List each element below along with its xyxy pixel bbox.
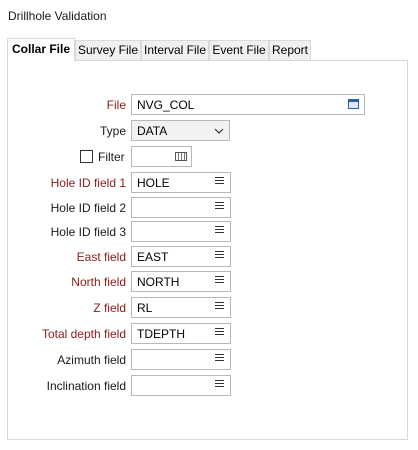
inclination-field-input[interactable] [131,375,231,396]
list-icon[interactable] [215,276,224,287]
field-label: Z field [93,301,126,315]
total-depth-field-row: Total depth field TDEPTH [8,323,409,345]
type-row: Type DATA [8,120,409,142]
hole-id-field-3-input[interactable] [131,221,231,242]
field-label: Azimuth field [57,353,126,367]
azimuth-field-row: Azimuth field [8,349,409,371]
keyboard-icon[interactable] [175,152,187,161]
field-value: NORTH [137,275,180,289]
field-label: Inclination field [46,379,126,393]
file-input[interactable]: NVG_COL [131,94,365,115]
field-label: North field [71,275,126,289]
north-field-row: North field NORTH [8,271,409,293]
filter-label: Filter [98,150,125,164]
type-label: Type [99,124,126,138]
field-value: EAST [137,250,169,264]
hole-id-field-1-row: Hole ID field 1 HOLE [8,172,409,194]
hole-id-field-3-row: Hole ID field 3 [8,221,409,243]
field-value: RL [137,301,153,315]
list-icon[interactable] [215,354,224,365]
file-label: File [106,98,126,112]
total-depth-field-input[interactable]: TDEPTH [131,323,231,344]
tab-interval-file[interactable]: Interval File [141,40,209,60]
file-value: NVG_COL [137,98,195,112]
field-label: Hole ID field 1 [50,176,126,190]
list-icon[interactable] [215,177,224,188]
east-field-row: East field EAST [8,246,409,268]
chevron-down-icon [214,128,224,134]
file-browse-icon[interactable] [348,99,359,109]
list-icon[interactable] [215,251,224,262]
hole-id-field-2-input[interactable] [131,197,231,218]
field-label: Hole ID field 2 [50,201,126,215]
inclination-field-row: Inclination field [8,375,409,397]
filter-checkbox[interactable] [80,150,93,163]
list-icon[interactable] [215,302,224,313]
tab-report[interactable]: Report [269,40,311,60]
field-label: Total depth field [41,327,126,341]
north-field-input[interactable]: NORTH [131,271,231,292]
tab-event-file[interactable]: Event File [209,40,269,60]
filter-row: Filter [8,146,409,168]
field-label: East field [76,250,126,264]
type-value: DATA [137,124,168,138]
z-field-row: Z field RL [8,297,409,319]
tab-survey-file[interactable]: Survey File [75,40,141,60]
list-icon[interactable] [215,380,224,391]
z-field-input[interactable]: RL [131,297,231,318]
field-value: HOLE [137,176,170,190]
hole-id-field-2-row: Hole ID field 2 [8,197,409,219]
type-select[interactable]: DATA [131,120,230,141]
collar-file-panel: File NVG_COL Type DATA Filter Hole ID fi… [7,60,408,440]
tab-collar-file[interactable]: Collar File [7,38,75,61]
field-value: TDEPTH [137,327,185,341]
hole-id-field-1-input[interactable]: HOLE [131,172,231,193]
field-label: Hole ID field 3 [50,225,126,239]
list-icon[interactable] [215,328,224,339]
filter-input[interactable] [131,146,192,167]
file-row: File NVG_COL [8,94,409,116]
azimuth-field-input[interactable] [131,349,231,370]
east-field-input[interactable]: EAST [131,246,231,267]
list-icon[interactable] [215,226,224,237]
window-title: Drillhole Validation [8,9,107,23]
list-icon[interactable] [215,202,224,213]
